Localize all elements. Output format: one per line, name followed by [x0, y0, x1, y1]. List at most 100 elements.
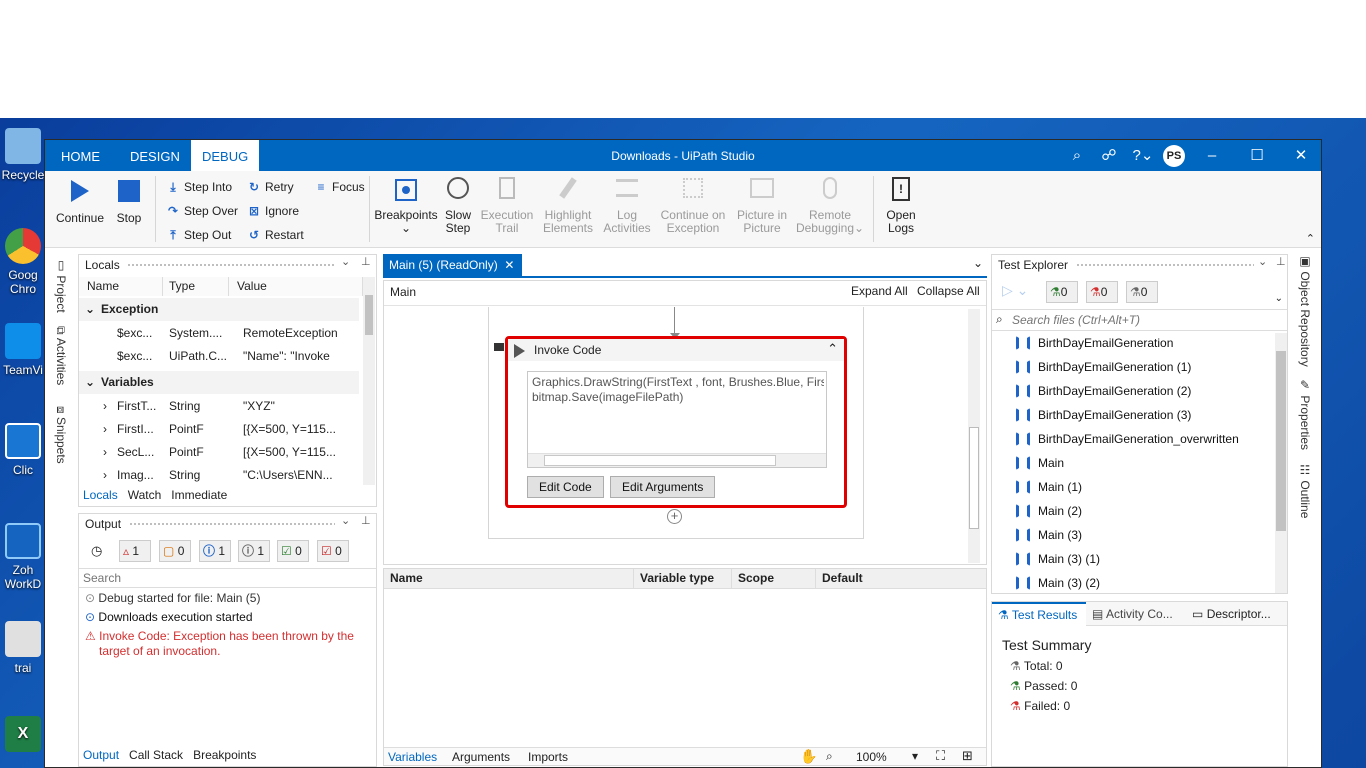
- collapse-icon[interactable]: ⌃: [827, 341, 838, 357]
- tree-item[interactable]: BirthDayEmailGeneration: [1016, 333, 1173, 355]
- desktop-icon-train[interactable]: trai: [0, 621, 46, 675]
- invoke-code-activity[interactable]: Invoke Code ⌃ Graphics.DrawString(FirstT…: [505, 336, 847, 508]
- step-out-button[interactable]: ⤒ Step Out: [165, 225, 231, 245]
- table-row[interactable]: › Imag... String "C:\Users\ENN...: [79, 464, 359, 487]
- desktop-icon-click[interactable]: Clic: [0, 423, 46, 477]
- code-editor[interactable]: Graphics.DrawString(FirstText , font, Br…: [527, 371, 827, 468]
- log-message[interactable]: ⊙ Downloads execution started: [85, 610, 370, 625]
- picture-in-picture-button[interactable]: Picture in Picture: [733, 177, 791, 235]
- chevron-down-icon[interactable]: ▾: [912, 749, 918, 763]
- ignore-button[interactable]: ⊠ Ignore: [246, 201, 299, 221]
- designer-scrollbar[interactable]: [968, 309, 980, 563]
- group-variables[interactable]: ⌄ Variables: [79, 371, 359, 394]
- tree-item[interactable]: BirthDayEmailGeneration_overwritten: [1016, 427, 1239, 451]
- add-activity-icon[interactable]: +: [667, 509, 682, 524]
- tab-debug[interactable]: DEBUG: [191, 140, 260, 171]
- properties-panel-tab[interactable]: ✎ Properties: [1298, 378, 1312, 450]
- step-into-button[interactable]: ⤓ Step Into: [165, 177, 232, 197]
- pin-icon[interactable]: ⊥: [361, 514, 371, 527]
- chevron-down-icon[interactable]: ⌄: [341, 514, 350, 527]
- table-row[interactable]: $exc... System.... RemoteException: [79, 322, 359, 345]
- filter-verbose[interactable]: ☑ 0: [277, 540, 309, 562]
- clock-icon[interactable]: ◷: [91, 543, 102, 559]
- breakpoints-button[interactable]: Breakpoints ⌄: [373, 179, 439, 235]
- desktop-icon-excel[interactable]: X: [0, 716, 46, 756]
- collapse-all-link[interactable]: Collapse All: [917, 284, 980, 298]
- desktop-icon-chrome[interactable]: Goog Chro: [0, 228, 46, 296]
- snippets-panel-tab[interactable]: ⧈ Snippets: [54, 406, 68, 464]
- output-search-input[interactable]: [79, 568, 376, 588]
- code-horizontal-scrollbar[interactable]: [528, 453, 826, 467]
- pan-hand-icon[interactable]: ✋: [800, 748, 817, 765]
- desktop-icon-teamviewer[interactable]: TeamVi: [0, 323, 46, 377]
- tab-immediate[interactable]: Immediate: [171, 488, 227, 502]
- passed-filter[interactable]: ⚗0: [1046, 281, 1078, 303]
- chevron-down-icon[interactable]: ⌄: [1258, 255, 1267, 268]
- filter-warnings[interactable]: ▢ 0: [159, 540, 191, 562]
- edit-arguments-button[interactable]: Edit Arguments: [610, 476, 716, 498]
- tab-arguments[interactable]: Arguments: [452, 750, 510, 764]
- table-row[interactable]: $exc... UiPath.C... "Name": "Invoke: [79, 345, 359, 368]
- tab-watch[interactable]: Watch: [128, 488, 162, 502]
- highlight-elements-button[interactable]: Highlight Elements: [539, 177, 597, 235]
- tree-item[interactable]: Main (3) (1): [1016, 547, 1100, 571]
- tab-design[interactable]: DESIGN: [130, 140, 180, 171]
- chevron-down-icon[interactable]: ⌄: [341, 255, 350, 268]
- zoom-icon[interactable]: ⌕: [826, 749, 833, 764]
- feedback-icon[interactable]: ☍: [1099, 146, 1119, 166]
- focus-button[interactable]: ≡ Focus: [313, 177, 364, 197]
- tree-item[interactable]: Main (1): [1016, 475, 1082, 499]
- search-icon[interactable]: ⌕: [1067, 146, 1087, 166]
- tab-locals[interactable]: Locals: [83, 488, 118, 502]
- pin-icon[interactable]: ⊥: [361, 255, 371, 268]
- pin-icon[interactable]: ⊥: [1276, 255, 1286, 268]
- log-message[interactable]: ⚠ Invoke Code: Exception has been thrown…: [85, 629, 370, 659]
- activity-header[interactable]: Invoke Code ⌃: [508, 339, 844, 361]
- tree-item[interactable]: Main (3) (2): [1016, 571, 1100, 595]
- column-name[interactable]: Name: [384, 569, 634, 588]
- table-row[interactable]: › FirstI... PointF [{X=500, Y=115...: [79, 418, 359, 441]
- tab-output[interactable]: Output: [83, 748, 119, 762]
- tab-main-readonly[interactable]: Main (5) (ReadOnly) ✕: [383, 254, 523, 276]
- help-icon[interactable]: ?⌄: [1129, 146, 1157, 166]
- tab-imports[interactable]: Imports: [528, 750, 568, 764]
- log-activities-button[interactable]: Log Activities: [601, 177, 653, 235]
- desktop-icon-zoho[interactable]: Zoh WorkD: [0, 523, 46, 591]
- column-default[interactable]: Default: [816, 569, 986, 588]
- column-name[interactable]: Name: [79, 277, 163, 296]
- column-scope[interactable]: Scope: [732, 569, 816, 588]
- tree-item[interactable]: Main (3): [1016, 523, 1082, 547]
- group-exception[interactable]: ⌄ Exception: [79, 298, 359, 321]
- chevron-down-icon[interactable]: ⌄: [1275, 293, 1283, 304]
- filter-errors[interactable]: ▵ 1: [119, 540, 151, 562]
- tab-test-results[interactable]: ⚗ Test Results: [992, 602, 1086, 626]
- tab-home[interactable]: HOME: [61, 140, 100, 171]
- column-variable-type[interactable]: Variable type: [634, 569, 732, 588]
- tree-item[interactable]: BirthDayEmailGeneration (2): [1016, 379, 1191, 403]
- run-tests-icon[interactable]: ▷ ⌄: [1002, 282, 1028, 299]
- table-row[interactable]: › FirstT... String "XYZ": [79, 395, 359, 418]
- stop-button[interactable]: Stop: [111, 177, 147, 225]
- collapse-ribbon-icon[interactable]: ⌃: [1306, 232, 1315, 245]
- chevron-down-icon[interactable]: ⌄: [973, 256, 983, 270]
- continue-on-exception-button[interactable]: Continue on Exception: [657, 177, 729, 235]
- tab-activity-coverage[interactable]: ▤ Activity Co...: [1088, 602, 1173, 626]
- continue-button[interactable]: Continue: [55, 177, 105, 225]
- slow-step-button[interactable]: Slow Step: [441, 177, 475, 235]
- tab-variables[interactable]: Variables: [388, 750, 437, 764]
- filter-info[interactable]: ⓘ 1: [199, 540, 231, 562]
- not-run-filter[interactable]: ⚗0: [1126, 281, 1158, 303]
- step-over-button[interactable]: ↷ Step Over: [165, 201, 238, 221]
- restart-button[interactable]: ↺ Restart: [246, 225, 304, 245]
- drag-grip[interactable]: [127, 263, 335, 267]
- fit-screen-icon[interactable]: ⛶: [936, 748, 945, 764]
- activities-panel-tab[interactable]: ⧉ Activities: [54, 326, 68, 385]
- table-row[interactable]: › SecL... PointF [{X=500, Y=115...: [79, 441, 359, 464]
- filter-trace[interactable]: ⓘ 1: [238, 540, 270, 562]
- breakpoint-marker-icon[interactable]: [494, 343, 504, 351]
- tab-descriptor[interactable]: ▭ Descriptor...: [1188, 602, 1271, 626]
- project-panel-tab[interactable]: ▯ Project: [54, 258, 68, 313]
- drag-grip[interactable]: [129, 522, 335, 526]
- execution-trail-button[interactable]: Execution Trail: [479, 177, 535, 235]
- retry-button[interactable]: ↻ Retry: [246, 177, 294, 197]
